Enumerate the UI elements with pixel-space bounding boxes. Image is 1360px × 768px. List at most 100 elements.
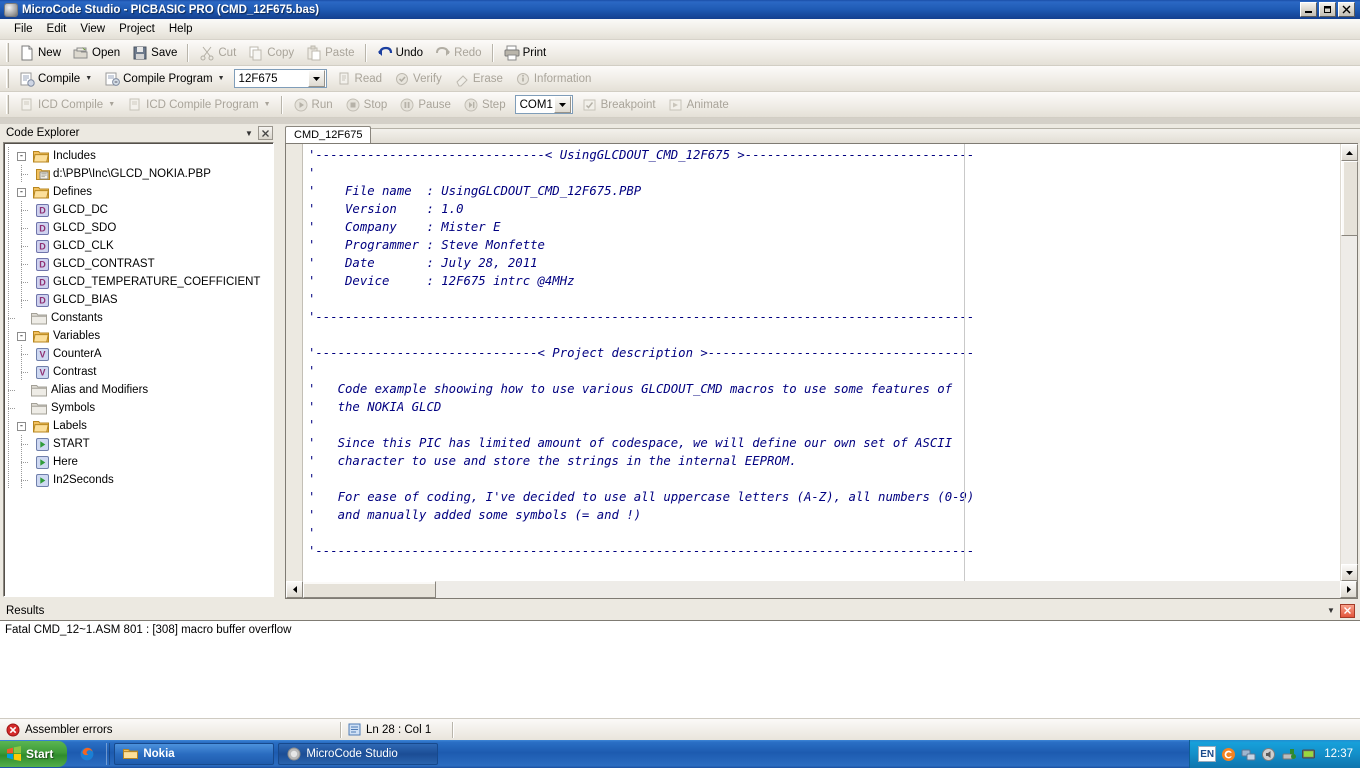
network-icon[interactable] [1240, 746, 1256, 762]
breakpoint-button[interactable]: Breakpoint [576, 94, 662, 116]
tree-expander[interactable]: - [17, 422, 26, 431]
firefox-icon[interactable] [78, 745, 96, 763]
open-button[interactable]: Open [67, 42, 126, 64]
scroll-down-arrow-icon[interactable] [1341, 564, 1358, 581]
tree-item[interactable]: VContrast [4, 363, 273, 381]
chevron-down-icon[interactable]: ▼ [108, 101, 115, 108]
icd-compile-button[interactable]: ICD Compile ▼ [13, 94, 121, 116]
animate-button[interactable]: Animate [662, 94, 735, 116]
menu-file[interactable]: File [7, 21, 40, 37]
device-combo-value[interactable]: 12F675 [235, 73, 308, 85]
device-combo-arrow[interactable] [308, 70, 325, 87]
tree-item[interactable]: -Includes [4, 147, 273, 165]
scroll-up-arrow-icon[interactable] [1341, 144, 1358, 161]
save-button[interactable]: Save [126, 42, 183, 64]
volume-icon[interactable] [1260, 746, 1276, 762]
scroll-left-arrow-icon[interactable] [286, 581, 303, 598]
close-icon[interactable] [258, 126, 273, 140]
tree-item[interactable]: DGLCD_CLK [4, 237, 273, 255]
toolbar-grip[interactable] [6, 69, 9, 88]
run-button[interactable]: Run [287, 94, 339, 116]
print-button[interactable]: Print [498, 42, 553, 64]
chevron-down-icon[interactable]: ▼ [218, 75, 225, 82]
step-button[interactable]: Step [457, 94, 512, 116]
antivirus-icon[interactable] [1220, 746, 1236, 762]
tree-item[interactable]: Here [4, 453, 273, 471]
information-button[interactable]: Information [509, 68, 598, 90]
task-nokia[interactable]: Nokia [114, 743, 274, 765]
vertical-scroll-thumb[interactable] [1341, 161, 1358, 236]
results-line[interactable]: Fatal CMD_12~1.ASM 801 : [308] macro buf… [0, 621, 1360, 636]
tree-item[interactable]: DGLCD_BIAS [4, 291, 273, 309]
redo-button[interactable]: Redo [429, 42, 488, 64]
menu-view[interactable]: View [73, 21, 112, 37]
paste-button[interactable]: Paste [300, 42, 360, 64]
tree-item[interactable]: -Labels [4, 417, 273, 435]
display-icon[interactable] [1300, 746, 1316, 762]
tree-item[interactable]: DGLCD_TEMPERATURE_COEFFICIENT [4, 273, 273, 291]
language-indicator[interactable]: EN [1198, 746, 1216, 762]
chevron-down-icon[interactable]: ▼ [242, 126, 256, 140]
editor-vertical-scrollbar[interactable] [1340, 144, 1357, 581]
read-button[interactable]: Read [330, 68, 389, 90]
code-explorer-panel: Code Explorer ▼ -Includesd:\PBP\Inc\GLCD… [0, 124, 277, 601]
tree-item[interactable]: In2Seconds [4, 471, 273, 489]
code-explorer-tree[interactable]: -Includesd:\PBP\Inc\GLCD_NOKIA.PBP-Defin… [3, 142, 274, 597]
compile-button[interactable]: Compile ▼ [13, 68, 98, 90]
start-button[interactable]: Start [0, 741, 67, 767]
chevron-down-icon[interactable]: ▼ [264, 101, 271, 108]
editor-gutter[interactable] [286, 144, 303, 598]
icd-compile-program-button[interactable]: ICD Compile Program ▼ [121, 94, 276, 116]
source-code-text[interactable]: '-------------------------------< UsingG… [304, 144, 1340, 581]
tree-item[interactable]: START [4, 435, 273, 453]
safely-remove-icon[interactable] [1280, 746, 1296, 762]
undo-button[interactable]: Undo [371, 42, 430, 64]
tree-item[interactable]: -Defines [4, 183, 273, 201]
toolbar-grip[interactable] [6, 95, 9, 114]
horizontal-scroll-thumb[interactable] [303, 581, 436, 598]
cut-button[interactable]: Cut [193, 42, 242, 64]
tree-item[interactable]: d:\PBP\Inc\GLCD_NOKIA.PBP [4, 165, 273, 183]
scroll-right-arrow-icon[interactable] [1340, 581, 1357, 598]
tree-item[interactable]: DGLCD_SDO [4, 219, 273, 237]
copy-button[interactable]: Copy [242, 42, 300, 64]
menu-edit[interactable]: Edit [40, 21, 74, 37]
clock[interactable]: 12:37 [1324, 748, 1353, 760]
tree-expander[interactable]: - [17, 332, 26, 341]
tree-item[interactable]: Alias and Modifiers [4, 381, 273, 399]
tree-expander[interactable]: - [17, 152, 26, 161]
tree-item[interactable]: VCounterA [4, 345, 273, 363]
menu-project[interactable]: Project [112, 21, 162, 37]
stop-button[interactable]: Stop [339, 94, 394, 116]
restore-button[interactable] [1319, 2, 1336, 17]
tree-expander[interactable]: - [17, 188, 26, 197]
tree-item[interactable]: -Variables [4, 327, 273, 345]
menu-help[interactable]: Help [162, 21, 200, 37]
task-microcode-studio[interactable]: MicroCode Studio [278, 743, 438, 765]
pause-button[interactable]: Pause [393, 94, 457, 116]
tree-item[interactable]: DGLCD_DC [4, 201, 273, 219]
chevron-down-icon[interactable]: ▼ [1324, 604, 1338, 618]
tab-cmd-12f675[interactable]: CMD_12F675 [285, 126, 371, 143]
editor-horizontal-scrollbar[interactable] [286, 581, 1340, 598]
verify-button[interactable]: Verify [388, 68, 448, 90]
tree-item[interactable]: DGLCD_CONTRAST [4, 255, 273, 273]
tree-connector [4, 453, 17, 471]
erase-icon [454, 71, 470, 87]
device-combo[interactable]: 12F675 [234, 69, 327, 88]
toolbar-grip[interactable] [6, 43, 9, 62]
code-area[interactable]: '-------------------------------< UsingG… [304, 144, 1340, 581]
chevron-down-icon[interactable]: ▼ [85, 75, 92, 82]
port-combo-value[interactable]: COM1 [516, 99, 554, 111]
tree-item[interactable]: Constants [4, 309, 273, 327]
close-icon[interactable] [1340, 604, 1355, 618]
erase-button[interactable]: Erase [448, 68, 509, 90]
compile-program-button[interactable]: Compile Program ▼ [98, 68, 230, 90]
port-combo[interactable]: COM1 [515, 95, 573, 114]
new-button[interactable]: New [13, 42, 67, 64]
port-combo-arrow[interactable] [554, 96, 571, 113]
results-output[interactable]: Fatal CMD_12~1.ASM 801 : [308] macro buf… [0, 620, 1360, 718]
close-button[interactable] [1338, 2, 1355, 17]
minimize-button[interactable] [1300, 2, 1317, 17]
tree-item[interactable]: Symbols [4, 399, 273, 417]
